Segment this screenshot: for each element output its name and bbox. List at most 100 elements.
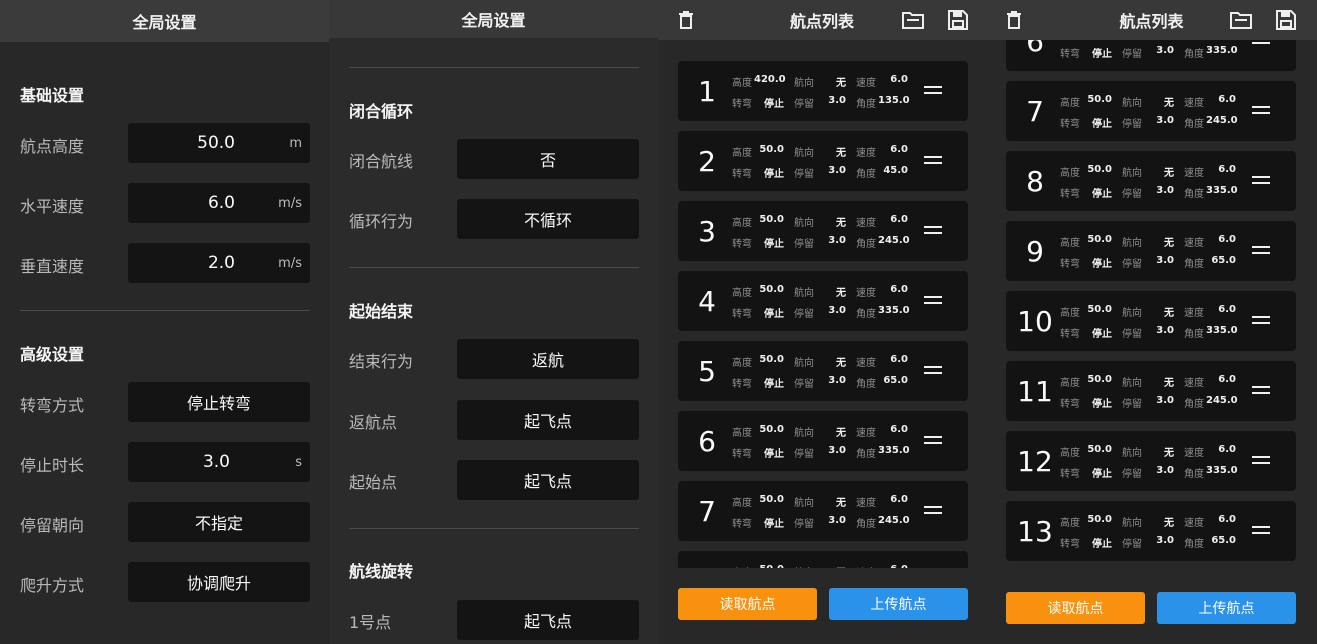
trash-icon[interactable] (678, 11, 694, 29)
return-point-label: 返航点 (349, 413, 398, 432)
waypoint-card[interactable]: 10 高度 50.0 航向 无速度 6.0 转弯 停止 停留 3.0 角度 335.0 (1006, 291, 1296, 351)
save-icon[interactable] (1276, 10, 1296, 30)
drag-handle-icon[interactable] (1252, 40, 1270, 45)
climb-mode-label: 爬升方式 (20, 576, 85, 595)
panel-title: 航点列表 (658, 0, 986, 40)
waypoint-number: 3 (698, 214, 716, 248)
drag-handle-icon[interactable] (924, 226, 942, 235)
divider (349, 67, 639, 68)
drag-handle-icon[interactable] (924, 436, 942, 445)
point-one-select[interactable]: 起飞点 (457, 600, 639, 640)
waypoint-number: 1 (698, 74, 716, 108)
drag-handle-icon[interactable] (924, 156, 942, 165)
drag-handle-icon[interactable] (924, 506, 942, 515)
speed-value: 6.0 (1218, 234, 1236, 245)
waypoint-card[interactable]: 7 高度 50.0 航向 无速度 6.0 转弯 停止 停留 3.0 角度 245.0 (1006, 81, 1296, 141)
waypoint-card[interactable]: 8高度50.0航向无速度6.0转弯停止停留3.0角度335.0 (1006, 151, 1296, 211)
label-angle: 角度 (856, 309, 876, 320)
drag-handle-icon[interactable] (1252, 176, 1270, 185)
waypoint-card[interactable]: 6高度50.0航向无速度6.0转弯停止停留3.0角度335.0 (678, 411, 968, 471)
label-stay: 停留 (1122, 469, 1142, 480)
drag-handle-icon[interactable] (924, 366, 942, 375)
trash-icon[interactable] (1006, 11, 1022, 29)
waypoint-card[interactable]: 5 高度 50.0 航向 无速度 6.0 转弯 停止 停留 3.0 角度 65.0 (678, 341, 968, 401)
label-angle: 角度 (1184, 469, 1204, 480)
turn-value: 停止 (1092, 469, 1112, 480)
waypoint-card[interactable]: 1 高度 420.0 航向 无速度 6.0 转弯 停止 停留 3.0 角度 135.0 (678, 61, 968, 121)
label-height: 高度 (1060, 378, 1080, 389)
label-speed: 速度 (1184, 448, 1204, 459)
label-speed: 速度 (856, 358, 876, 369)
waypoint-card[interactable]: 6高度50.0航向无速度6.0转弯停止停留3.0角度335.0 (1006, 40, 1296, 71)
waypoint-card[interactable]: 7 高度 50.0 航向 无速度 6.0 转弯 停止 停留 3.0 角度 245.0 (678, 481, 968, 541)
vertical-speed-label: 垂直速度 (20, 257, 85, 276)
waypoint-card[interactable]: 3 高度 50.0 航向 无速度 6.0 转弯 停止 停留 3.0 角度 245.0 (678, 201, 968, 261)
label-stay: 停留 (794, 519, 814, 530)
read-waypoints-button[interactable]: 读取航点 (678, 588, 817, 620)
label-turn: 转弯 (1060, 259, 1080, 270)
waypoint-card[interactable]: 13 高度 50.0 航向 无速度 6.0 转弯 停止 停留 3.0 角度 65.0 (1006, 501, 1296, 561)
upload-waypoints-button[interactable]: 上传航点 (829, 588, 968, 620)
vertical-speed-value: 2.0 (207, 253, 235, 273)
heading-value: 无 (834, 564, 846, 568)
height-value: 50.0 (759, 214, 784, 225)
stop-duration-input[interactable]: 3.0 s (128, 442, 310, 482)
drag-handle-icon[interactable] (1252, 106, 1270, 115)
label-heading: 航向 (1122, 378, 1142, 389)
height-value: 50.0 (759, 494, 784, 505)
read-waypoints-button[interactable]: 读取航点 (1006, 592, 1145, 624)
drag-handle-icon[interactable] (1252, 316, 1270, 325)
label-speed: 速度 (1184, 98, 1204, 109)
label-turn: 转弯 (1060, 469, 1080, 480)
divider (349, 267, 639, 268)
stay-value: 3.0 (828, 235, 846, 246)
waypoint-list[interactable]: 6高度50.0航向无速度6.0转弯停止停留3.0角度335.07高度50.0航向… (986, 40, 1317, 568)
waypoint-card[interactable]: 2 高度 50.0 航向 无速度 6.0 转弯 停止 停留 3.0 角度 45.0 (678, 131, 968, 191)
angle-value: 335.0 (1206, 185, 1238, 196)
speed-value: 6.0 (1218, 374, 1236, 385)
waypoint-card[interactable]: 11 高度 50.0 航向 无速度 6.0 转弯 停止 停留 3.0 角度 245.0 (1006, 361, 1296, 421)
label-speed: 速度 (856, 78, 876, 89)
waypoint-card[interactable]: 12 高度 50.0 航向 无速度 6.0 转弯 停止 停留 3.0 角度 335.0 (1006, 431, 1296, 491)
waypoint-card[interactable]: 8高度50.0航向无速度6.0转弯停止停留3.0角度335.0 (678, 551, 968, 568)
loop-behavior-select[interactable]: 不循环 (457, 199, 639, 239)
panel-title: 全局设置 (329, 0, 658, 38)
waypoint-number: 7 (1026, 94, 1044, 128)
label-heading: 航向 (1122, 238, 1142, 249)
start-point-label: 起始点 (349, 473, 398, 492)
start-point-select[interactable]: 起飞点 (457, 460, 639, 500)
drag-handle-icon[interactable] (1252, 246, 1270, 255)
label-stay: 停留 (794, 379, 814, 390)
heading-value: 无 (836, 218, 846, 229)
closed-route-select[interactable]: 否 (457, 139, 639, 179)
drag-handle-icon[interactable] (924, 296, 942, 305)
height-value: 420.0 (754, 74, 786, 85)
horizontal-speed-input[interactable]: 6.0 m/s (128, 183, 310, 223)
unit-label: s (295, 454, 302, 470)
drag-handle-icon[interactable] (1252, 386, 1270, 395)
upload-waypoints-button[interactable]: 上传航点 (1157, 592, 1296, 624)
label-stay: 停留 (1122, 119, 1142, 130)
drag-handle-icon[interactable] (1252, 456, 1270, 465)
drag-handle-icon[interactable] (924, 86, 942, 95)
folder-icon[interactable] (902, 11, 924, 29)
heading-value: 无 (836, 78, 846, 89)
angle-value: 65.0 (1211, 255, 1236, 266)
drag-handle-icon[interactable] (1252, 526, 1270, 535)
waypoint-card[interactable]: 9 高度 50.0 航向 无速度 6.0 转弯 停止 停留 3.0 角度 65.0 (1006, 221, 1296, 281)
end-behavior-select[interactable]: 返航 (457, 339, 639, 379)
stay-heading-select[interactable]: 不指定 (128, 502, 310, 542)
heading-value: 无 (1164, 518, 1174, 529)
climb-mode-select[interactable]: 协调爬升 (128, 562, 310, 602)
label-height: 高度 (732, 564, 752, 568)
waypoint-list[interactable]: 1 高度 420.0 航向无速度 6.0 转弯 停止 停留 3.0 角度 135.0 2 高度 50.0 航… (658, 40, 986, 568)
turn-mode-select[interactable]: 停止转弯 (128, 382, 310, 422)
waypoint-card[interactable]: 4 高度 50.0 航向 无速度 6.0 转弯 停止 停留 3.0 角度 335.0 (678, 271, 968, 331)
label-heading: 航向 (1122, 448, 1142, 459)
waypoint-height-input[interactable]: 50.0 m (128, 123, 310, 163)
stay-value: 3.0 (1156, 115, 1174, 126)
vertical-speed-input[interactable]: 2.0 m/s (128, 243, 310, 283)
save-icon[interactable] (948, 10, 968, 30)
return-point-select[interactable]: 起飞点 (457, 400, 639, 440)
folder-icon[interactable] (1230, 11, 1252, 29)
